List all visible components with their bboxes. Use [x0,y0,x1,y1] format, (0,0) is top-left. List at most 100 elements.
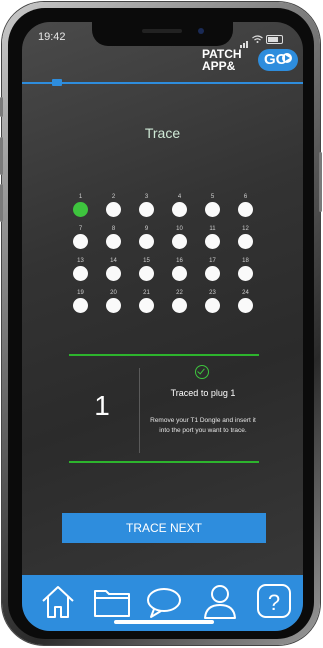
arrow-icon [282,53,292,63]
chat-bubble-icon [147,588,181,618]
brand-logo: PATCH APP& GO [202,47,300,73]
divider-top [69,354,259,356]
port-dot [139,266,154,281]
port-dot [172,202,187,217]
port-11[interactable]: 11 [196,225,229,249]
port-dot [106,202,121,217]
port-label: 23 [209,290,216,296]
battery-icon [266,34,283,44]
plug-number: 1 [94,390,110,421]
port-20[interactable]: 20 [97,289,130,313]
status-time: 19:42 [38,31,66,43]
tab-folder[interactable] [92,581,132,621]
home-icon [42,586,74,618]
trace-next-button[interactable]: TRACE NEXT [62,513,266,543]
port-dot [238,266,253,281]
port-dot [73,298,88,313]
port-18[interactable]: 18 [229,257,262,281]
port-8[interactable]: 8 [97,225,130,249]
port-label: 9 [144,226,149,232]
port-label: 20 [110,290,117,296]
port-14[interactable]: 14 [97,257,130,281]
trace-status: Traced to plug 1 [170,388,236,398]
port-label: 13 [77,258,84,264]
port-24[interactable]: 24 [229,289,262,313]
port-23[interactable]: 23 [196,289,229,313]
port-4[interactable]: 4 [163,193,196,217]
port-15[interactable]: 15 [130,257,163,281]
port-dot [106,266,121,281]
tab-chat[interactable] [144,581,184,621]
port-6[interactable]: 6 [229,193,262,217]
port-label: 11 [209,226,216,232]
check-icon [195,365,209,379]
port-dot [139,202,154,217]
progress-knob [52,79,62,86]
wifi-icon [252,35,263,43]
port-7[interactable]: 7 [64,225,97,249]
port-3[interactable]: 3 [130,193,163,217]
port-19[interactable]: 19 [64,289,97,313]
tab-help[interactable]: ? [254,581,294,621]
port-1[interactable]: 1 [64,193,97,217]
port-label: 7 [78,226,83,232]
port-21[interactable]: 21 [130,289,163,313]
port-dot [205,234,220,249]
port-label: 14 [110,258,117,264]
brand-badge: GO [258,49,298,71]
port-label: 1 [78,194,83,200]
port-dot [238,202,253,217]
port-label: 16 [176,258,183,264]
port-dot [205,298,220,313]
side-button [0,97,3,117]
port-label: 18 [242,258,249,264]
svg-text:?: ? [268,590,280,615]
divider-bottom [69,461,259,463]
port-label: 3 [144,194,149,200]
port-10[interactable]: 10 [163,225,196,249]
port-12[interactable]: 12 [229,225,262,249]
notch [92,22,233,46]
tab-home[interactable] [38,581,78,621]
port-17[interactable]: 17 [196,257,229,281]
port-13[interactable]: 13 [64,257,97,281]
trace-instructions: Remove your T1 Dongle and insert it into… [150,417,256,434]
port-dot [73,266,88,281]
port-dot [73,202,88,217]
power-button [319,152,322,212]
port-label: 5 [210,194,215,200]
port-label: 22 [176,290,183,296]
port-dot [139,298,154,313]
port-dot [172,266,187,281]
user-icon [204,585,236,619]
port-dot [172,234,187,249]
port-label: 12 [242,226,249,232]
brand-line-2: APP& [202,59,236,73]
port-label: 15 [143,258,150,264]
port-label: 4 [177,194,182,200]
port-label: 24 [242,290,249,296]
port-2[interactable]: 2 [97,193,130,217]
port-label: 17 [209,258,216,264]
port-16[interactable]: 16 [163,257,196,281]
port-dot [238,234,253,249]
signal-icon [240,30,249,48]
port-label: 2 [111,194,116,200]
port-9[interactable]: 9 [130,225,163,249]
page-title: Trace [144,125,181,141]
port-dot [205,266,220,281]
divider-vertical [139,368,140,453]
port-label: 8 [111,226,116,232]
port-label: 19 [77,290,84,296]
home-indicator [114,620,214,624]
folder-icon [94,590,130,617]
port-dot [238,298,253,313]
speaker [142,29,182,33]
port-label: 10 [176,226,183,232]
port-22[interactable]: 22 [163,289,196,313]
tab-profile[interactable] [200,581,240,621]
camera [198,28,204,34]
port-5[interactable]: 5 [196,193,229,217]
port-label: 6 [243,194,248,200]
progress-line [22,82,303,84]
